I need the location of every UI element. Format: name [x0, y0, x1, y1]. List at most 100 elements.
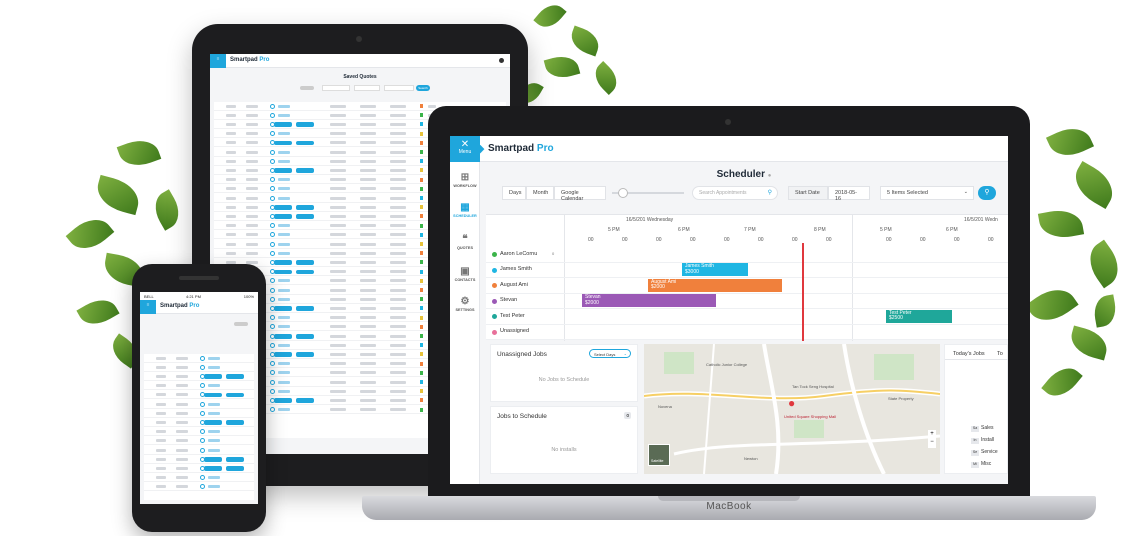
view-quote-icon[interactable]	[270, 379, 275, 385]
view-quote-icon[interactable]	[270, 287, 275, 293]
table-row[interactable]	[144, 409, 254, 418]
view-quote-icon[interactable]	[200, 438, 205, 444]
action-button[interactable]	[274, 334, 292, 339]
action-button[interactable]	[274, 140, 292, 146]
sidebar-item-scheduler[interactable]: ▦ SCHEDULER	[450, 202, 480, 218]
action-button[interactable]	[296, 398, 314, 403]
view-quote-icon[interactable]	[270, 388, 275, 394]
table-row[interactable]	[144, 354, 254, 363]
table-row[interactable]	[144, 474, 254, 483]
view-quote-icon[interactable]	[270, 241, 275, 247]
action-button[interactable]	[296, 306, 314, 311]
map-view[interactable]: Catholic Junior College Tan Tock Seng Ho…	[644, 344, 940, 474]
action-button[interactable]	[296, 122, 314, 127]
view-quote-icon[interactable]	[200, 429, 205, 435]
view-quote-icon[interactable]	[270, 158, 275, 164]
action-button[interactable]	[274, 214, 292, 219]
view-quote-icon[interactable]	[270, 232, 275, 238]
action-button[interactable]	[296, 352, 314, 357]
view-quote-icon[interactable]	[270, 250, 275, 256]
zoom-slider-knob[interactable]	[618, 188, 628, 198]
satellite-toggle[interactable]: Satellite	[648, 444, 670, 466]
tablet-filter-select[interactable]	[322, 85, 350, 91]
view-quote-icon[interactable]	[200, 410, 205, 416]
action-button[interactable]	[296, 214, 314, 219]
action-button[interactable]	[296, 205, 314, 210]
view-quote-icon[interactable]	[270, 315, 275, 321]
action-button[interactable]	[296, 269, 314, 275]
action-button[interactable]	[274, 306, 292, 311]
action-button[interactable]	[296, 260, 314, 265]
table-row[interactable]	[144, 400, 254, 409]
action-button[interactable]	[204, 466, 222, 471]
tab-tomorrow-jobs[interactable]: To	[997, 351, 1003, 357]
action-button[interactable]	[226, 374, 244, 379]
appointment-august-ami[interactable]: August Ami $2000	[648, 278, 782, 292]
sidebar-item-contacts[interactable]: ▣ CONTACTS	[450, 266, 480, 282]
zoom-controls[interactable]: + −	[928, 430, 936, 448]
table-row[interactable]	[144, 391, 254, 400]
action-button[interactable]	[274, 260, 292, 265]
action-button[interactable]	[296, 334, 314, 339]
view-quote-icon[interactable]	[200, 364, 205, 370]
view-quote-icon[interactable]	[270, 278, 275, 284]
action-button[interactable]	[204, 374, 222, 379]
view-quote-icon[interactable]	[270, 223, 275, 229]
action-button[interactable]	[296, 168, 314, 173]
view-quote-icon[interactable]	[200, 475, 205, 481]
view-quote-icon[interactable]	[270, 186, 275, 192]
appointment-james-smith[interactable]: James Smith $3000	[682, 263, 748, 276]
tablet-menu-button[interactable]: ☰	[210, 54, 226, 68]
view-quote-icon[interactable]	[270, 103, 275, 109]
view-quote-icon[interactable]	[200, 401, 205, 407]
action-button[interactable]	[226, 420, 244, 425]
action-button[interactable]	[226, 466, 244, 471]
table-row[interactable]	[144, 437, 254, 446]
action-button[interactable]	[274, 168, 292, 173]
action-button[interactable]	[204, 392, 222, 398]
action-button[interactable]	[274, 398, 292, 403]
tablet-search-button[interactable]: Search	[416, 85, 430, 91]
view-quote-icon[interactable]	[270, 131, 275, 137]
view-days-button[interactable]: Days	[502, 186, 526, 200]
view-quote-icon[interactable]	[270, 112, 275, 118]
view-quote-icon[interactable]	[270, 149, 275, 155]
sidebar-item-workflow[interactable]: ⊞ WORKFLOW	[450, 172, 480, 188]
action-button[interactable]	[226, 457, 244, 462]
view-quote-icon[interactable]	[270, 342, 275, 348]
appointment-test-peter[interactable]: Test Peter $2500	[886, 309, 952, 323]
view-quote-icon[interactable]	[270, 407, 275, 413]
view-quote-icon[interactable]	[270, 324, 275, 330]
view-quote-icon[interactable]	[200, 383, 205, 389]
search-button[interactable]: ⚲	[978, 186, 996, 200]
tablet-filter-input[interactable]	[354, 85, 380, 91]
table-row[interactable]	[144, 464, 254, 473]
tablet-search-input[interactable]	[384, 85, 414, 91]
table-row[interactable]	[144, 428, 254, 437]
table-row[interactable]	[144, 418, 254, 427]
view-quote-icon[interactable]	[270, 177, 275, 183]
map-pin-icon[interactable]: ●	[788, 396, 795, 410]
action-button[interactable]	[204, 420, 222, 425]
action-button[interactable]	[274, 122, 292, 127]
action-button[interactable]	[204, 457, 222, 462]
select-days-dropdown[interactable]: Select Days ⌄	[589, 349, 631, 358]
phone-menu-button[interactable]: ☰	[140, 300, 156, 314]
table-row[interactable]	[144, 372, 254, 381]
start-date-input[interactable]: 2018-05-16	[828, 186, 870, 202]
table-row[interactable]	[144, 382, 254, 391]
view-quote-icon[interactable]	[270, 361, 275, 367]
tablet-toggle[interactable]	[300, 86, 314, 90]
view-quote-icon[interactable]	[270, 370, 275, 376]
google-calendar-button[interactable]: Google Calendar	[554, 186, 606, 202]
view-quote-icon[interactable]	[200, 447, 205, 453]
action-button[interactable]	[274, 352, 292, 357]
resource-select[interactable]: 5 Items Selected ⌄	[880, 186, 974, 200]
phone-toggle[interactable]	[234, 322, 248, 326]
view-month-button[interactable]: Month	[526, 186, 554, 200]
tab-todays-jobs[interactable]: Today's Jobs	[953, 351, 985, 357]
table-row[interactable]	[144, 483, 254, 492]
action-button[interactable]	[274, 269, 292, 275]
action-button[interactable]	[226, 392, 244, 398]
view-quote-icon[interactable]	[270, 296, 275, 302]
